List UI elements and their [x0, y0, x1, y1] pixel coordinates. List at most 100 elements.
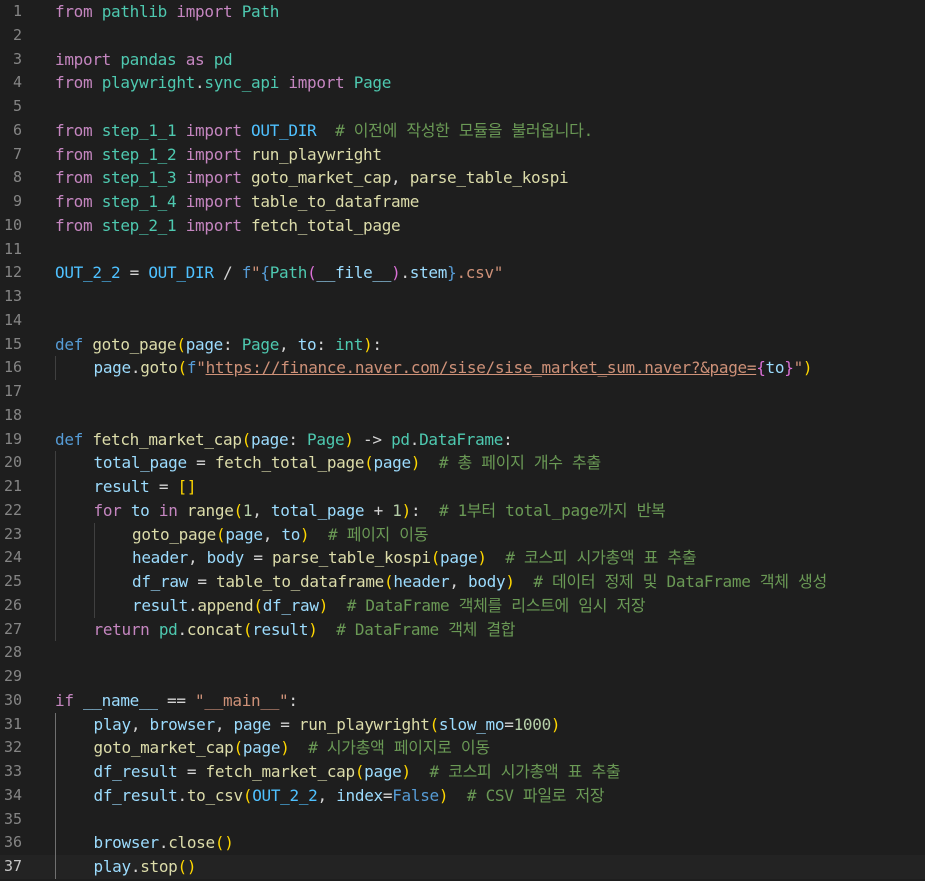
code-token: fetch_total_page	[214, 453, 365, 473]
code-line[interactable]: 18	[0, 404, 925, 428]
code-token: page	[233, 714, 272, 734]
code-token: df_result	[93, 785, 178, 805]
code-line[interactable]: 3 import pandas as pd	[0, 48, 925, 72]
code-token: =	[504, 714, 514, 734]
code-token: pd	[213, 49, 233, 69]
code-token: 1	[242, 500, 253, 520]
code-text: df_result = fetch_market_cap(page) # 코스피…	[94, 760, 621, 784]
code-text: from step_1_1 import OUT_DIR # 이전에 작성한 모…	[55, 119, 593, 143]
code-token: ()	[214, 833, 234, 853]
code-line[interactable]: 30 if __name__ == "__main__":	[0, 689, 925, 713]
code-token: step_1_3	[101, 168, 177, 188]
code-line[interactable]: 19 def fetch_market_cap(page: Page) -> pd…	[0, 428, 925, 452]
code-token: (	[241, 429, 252, 449]
code-line[interactable]: 36 browser.close()	[0, 831, 925, 855]
line-number: 31	[3, 714, 22, 733]
code-token: Page	[353, 73, 392, 93]
code-token: index	[336, 785, 383, 805]
line-number: 25	[3, 572, 22, 590]
code-token: total_page	[270, 500, 365, 520]
code-line[interactable]: 2	[0, 24, 925, 48]
code-line[interactable]: 7 from step_1_2 import run_playwright	[0, 143, 925, 167]
code-token: run_playwright	[251, 144, 382, 164]
code-token: if	[55, 690, 74, 710]
line-number: 5	[12, 97, 22, 115]
code-token: 1000	[513, 714, 552, 734]
indent-guide	[55, 760, 56, 784]
code-text: header, body = parse_table_kospi(page) #…	[132, 546, 697, 570]
code-token: playwright	[101, 73, 196, 93]
code-line[interactable]: 29	[0, 665, 925, 689]
code-token: :	[316, 334, 336, 354]
code-token: parse_table_kospi	[409, 168, 569, 188]
code-line[interactable]: 23 goto_page(page, to) # 페이지 이동	[0, 523, 925, 547]
code-line[interactable]: 22 for to in range(1, total_page + 1): # …	[0, 499, 925, 523]
code-token: __name__	[83, 690, 158, 710]
code-line[interactable]: 4 from playwright.sync_api import Page	[0, 71, 925, 95]
code-line[interactable]: 21 result = []	[0, 475, 925, 499]
code-token: import	[185, 168, 242, 188]
code-token: =	[270, 714, 299, 734]
code-text: goto_market_cap(page) # 시가총액 페이지로 이동	[94, 736, 491, 760]
line-number: 13	[3, 287, 22, 305]
code-token: .	[188, 595, 198, 615]
indent-guide	[55, 831, 56, 855]
code-line[interactable]: 15 def goto_page(page: Page, to: int):	[0, 333, 925, 357]
code-token: # 이전에 작성한 모듈을 불러옵니다.	[335, 120, 593, 140]
code-token: goto_market_cap	[251, 168, 392, 188]
code-line[interactable]: 32 goto_market_cap(page) # 시가총액 페이지로 이동	[0, 736, 925, 760]
code-line[interactable]: 35	[0, 808, 925, 832]
code-token: .	[409, 429, 420, 449]
code-line[interactable]: 13	[0, 285, 925, 309]
code-line[interactable]: 34 df_result.to_csv(OUT_2_2, index=False)…	[0, 784, 925, 808]
code-token: step_1_4	[101, 192, 177, 211]
code-token: ,	[252, 500, 271, 520]
code-line[interactable]: 26 result.append(df_raw) # DataFrame 객체를 …	[0, 594, 925, 618]
code-line[interactable]: 24 header, body = parse_table_kospi(page)…	[0, 546, 925, 570]
code-token: play	[93, 857, 132, 876]
code-line[interactable]: 14	[0, 309, 925, 333]
code-token: pathlib	[101, 2, 168, 21]
code-token: stem	[409, 263, 448, 283]
code-line[interactable]: 6 from step_1_1 import OUT_DIR # 이전에 작성한 …	[0, 119, 925, 143]
code-line[interactable]: 8 from step_1_3 import goto_market_cap, p…	[0, 166, 925, 190]
code-line[interactable]: 25 df_raw = table_to_dataframe(header, bo…	[0, 570, 925, 594]
code-line[interactable]: 27 return pd.concat(result) # DataFrame 객…	[0, 618, 925, 642]
code-token: as	[185, 49, 205, 69]
code-token: +	[364, 500, 393, 520]
code-line[interactable]: 1 from pathlib import Path	[0, 0, 925, 24]
code-token: def	[55, 334, 83, 354]
code-line[interactable]: 37 play.stop()	[0, 855, 925, 879]
code-line[interactable]: 31 play, browser, page = run_playwright(s…	[0, 713, 925, 737]
code-editor[interactable]: 1 from pathlib import Path 2 3 import pandas…	[0, 0, 925, 881]
code-token: (	[242, 619, 253, 639]
code-token: import	[288, 73, 345, 93]
code-line[interactable]: 33 df_result = fetch_market_cap(page) # 코…	[0, 760, 925, 784]
code-line[interactable]: 12 OUT_2_2 = OUT_DIR / f"{Path(__file__).…	[0, 261, 925, 285]
code-text: page.goto(f"https://finance.naver.com/si…	[94, 356, 813, 380]
indent-guide	[55, 593, 56, 618]
code-line[interactable]: 17	[0, 380, 925, 404]
code-token: (	[429, 714, 440, 734]
indent-guide	[55, 498, 56, 523]
code-line[interactable]: 5	[0, 95, 925, 119]
code-line[interactable]: 9 from step_1_4 import table_to_dataframe	[0, 190, 925, 214]
line-number: 34	[3, 785, 22, 804]
code-token: {	[260, 263, 270, 283]
code-text: play, browser, page = run_playwright(slo…	[94, 713, 561, 737]
code-line[interactable]: 11	[0, 238, 925, 262]
code-line[interactable]: 20 total_page = fetch_total_page(page) # …	[0, 451, 925, 475]
code-token: (	[430, 548, 441, 568]
code-token: import	[185, 144, 242, 164]
code-line[interactable]: 16 page.goto(f"https://finance.naver.com/…	[0, 356, 925, 380]
code-line[interactable]: 28	[0, 641, 925, 665]
code-line[interactable]: 10 from step_2_1 import fetch_total_page	[0, 214, 925, 238]
code-token: .	[177, 619, 188, 639]
code-token: :	[223, 334, 242, 354]
